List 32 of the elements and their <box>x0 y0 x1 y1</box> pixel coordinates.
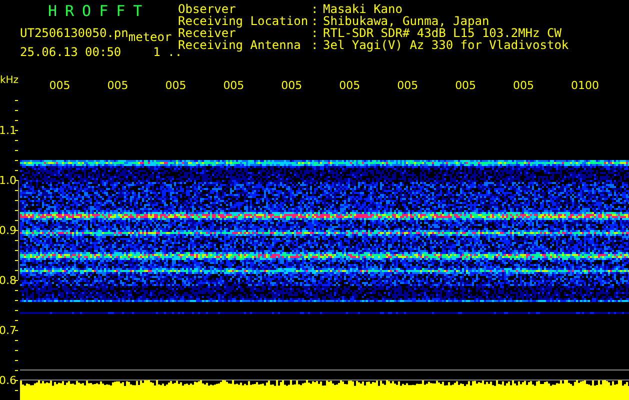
time-label: 005 <box>49 78 72 92</box>
file-tag: meteor <box>128 31 172 43</box>
axis-unit: kHz <box>0 74 20 86</box>
axis-label: 1.0 <box>0 174 16 187</box>
axis-label: 0.9 <box>0 224 16 237</box>
axis-label: 0.8 <box>0 274 16 287</box>
colon: : <box>311 27 320 39</box>
time-label: 005 <box>107 78 130 92</box>
time-label: 005 <box>281 78 304 92</box>
time-label: 005 <box>165 78 188 92</box>
axis-label: 1.1 <box>0 124 16 137</box>
axis-label: 0.7 <box>0 324 16 337</box>
colon: : <box>311 15 320 27</box>
colon: : <box>311 3 320 15</box>
colon: : <box>311 39 320 51</box>
info-label: Receiving Location <box>178 15 310 27</box>
app-title: HROFFT <box>48 3 152 19</box>
info-value: Masaki Kano <box>323 3 404 15</box>
time-label: 005 <box>397 78 420 92</box>
timestamp: 25.06.13 00:50 <box>20 46 122 58</box>
info-value: RTL-SDR SDR# 43dB L15 103.2MHz CW <box>323 27 562 39</box>
time-label: 005 <box>455 78 478 92</box>
info-label: Receiver <box>178 27 236 39</box>
time-label: 005 <box>513 78 536 92</box>
file-name: UT2506130050.pn <box>20 27 128 39</box>
time-label: 005 <box>223 78 246 92</box>
time-label: 005 <box>339 78 362 92</box>
info-value: Shibukawa, Gunma, Japan <box>323 15 490 27</box>
info-label: Observer <box>178 3 236 15</box>
info-value: 3el Yagi(V) Az 330 for Vladivostok <box>323 39 569 51</box>
time-label: 0100 <box>571 78 600 92</box>
axis-label: 0.6 <box>0 374 16 387</box>
